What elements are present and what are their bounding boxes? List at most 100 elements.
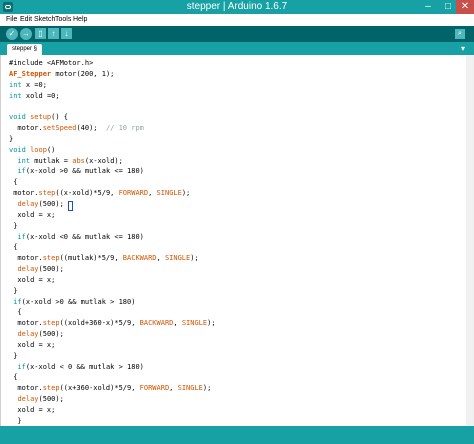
code-line: motor.step((x+360-xold)*5/9, FORWARD, SI…: [9, 383, 216, 394]
code-line: if(x-xold >0 && mutlak > 180): [9, 297, 216, 308]
code-line: #include <AFMotor.h>: [9, 58, 216, 69]
code-token: (x-xold <0 && mutlak <= 180): [25, 232, 144, 241]
code-token: xold = x;: [9, 406, 56, 414]
code-token: (x-xold < 0 && mutlak > 180): [25, 362, 144, 371]
code-token: (500);: [38, 395, 64, 404]
code-token: int: [9, 80, 22, 89]
menu-help[interactable]: Help: [73, 14, 87, 26]
code-token: if: [17, 167, 26, 176]
code-line: delay(500);: [9, 394, 216, 405]
code-token: void: [9, 145, 26, 154]
code-token: {: [9, 243, 18, 252]
console-bar: [0, 426, 474, 444]
code-token: motor.: [9, 124, 43, 133]
code-token: xold = x;: [9, 210, 56, 219]
new-sketch-button[interactable]: ▯: [35, 28, 46, 39]
code-line: xold = x;: [9, 340, 216, 351]
code-line: motor.step((x-xold)*5/9, FORWARD, SINGLE…: [9, 188, 216, 199]
code-token: step: [38, 189, 56, 198]
code-token: delay: [17, 199, 39, 208]
code-token: (500);: [38, 199, 64, 208]
code-line: if(x-xold >0 && mutlak <= 180): [9, 166, 216, 177]
code-token: step: [42, 319, 60, 328]
code-token: FORWARD: [118, 189, 149, 198]
menu-edit[interactable]: Edit: [20, 14, 32, 26]
code-token: motor.: [9, 254, 43, 263]
code-token: (500);: [38, 265, 64, 274]
code-line: int mutlak = abs(x-xold);: [9, 156, 216, 167]
tab-stepper[interactable]: stepper §: [7, 44, 42, 55]
upload-button[interactable]: →: [20, 28, 32, 40]
code-token: SINGLE: [181, 319, 208, 328]
editor-scrollbar[interactable]: [466, 55, 474, 426]
code-token: if: [17, 232, 26, 241]
code-line: }: [9, 286, 216, 297]
code-token: #include <AFMotor.h>: [9, 59, 94, 67]
code-token: );: [190, 254, 199, 263]
save-sketch-button[interactable]: ↓: [61, 28, 72, 39]
code-token: (x-xold >0 && mutlak > 180): [21, 297, 136, 306]
code-line: xold = x;: [9, 405, 216, 416]
code-token: delay: [17, 265, 39, 274]
code-token: }: [9, 221, 18, 230]
code-line: }: [9, 221, 216, 232]
toolbar: ✓ → ▯ ↑ ↓ ⌕: [0, 26, 474, 42]
menu-sketch[interactable]: Sketch: [34, 14, 55, 26]
menu-file[interactable]: File: [6, 14, 17, 26]
code-line: }: [9, 351, 216, 362]
code-token: delay: [17, 330, 39, 339]
minimize-button[interactable]: –: [418, 0, 438, 14]
code-token: (): [46, 145, 60, 154]
code-line: delay(500);: [9, 329, 216, 340]
verify-button[interactable]: ✓: [6, 28, 18, 40]
code-token: ,: [173, 319, 182, 328]
code-token: motor.: [9, 319, 43, 328]
code-token: (500);: [38, 330, 64, 339]
title-bar: stepper | Arduino 1.6.7 – □ ✕: [0, 0, 474, 14]
code-token: setup: [30, 113, 52, 122]
code-token: ((x+360-xold)*5/9,: [59, 384, 140, 393]
code-token: delay: [17, 395, 39, 404]
open-sketch-button[interactable]: ↑: [48, 28, 59, 39]
close-button[interactable]: ✕: [456, 0, 474, 14]
code-token: (40);: [76, 124, 106, 133]
code-line: {: [9, 242, 216, 253]
code-token: SINGLE: [156, 189, 182, 198]
code-token: BACKWARD: [122, 254, 157, 263]
tab-bar: stepper § ▾: [0, 42, 474, 55]
tab-menu-arrow-icon[interactable]: ▾: [461, 44, 465, 54]
code-token: motor(200, 1);: [51, 69, 115, 78]
code-line: xold = x;: [9, 210, 216, 221]
serial-monitor-button[interactable]: ⌕: [455, 29, 465, 39]
code-line: void loop(): [9, 145, 216, 156]
code-line: delay(500);: [9, 199, 216, 210]
code-token: {: [9, 308, 22, 317]
code-token: motor.: [9, 384, 43, 393]
code-token: SINGLE: [164, 254, 191, 263]
code-text[interactable]: #include <AFMotor.h> AF_Stepper motor(200…: [9, 58, 216, 427]
code-token: int: [9, 91, 22, 100]
code-token: {: [9, 373, 18, 382]
code-line: {: [9, 177, 216, 188]
code-token: xold =0;: [21, 91, 60, 100]
code-line: {: [9, 307, 216, 318]
code-line: if(x-xold < 0 && mutlak > 180): [9, 362, 216, 373]
code-token: (x-xold >0 && mutlak <= 180): [25, 167, 144, 176]
code-token: int: [17, 156, 31, 165]
code-token: () {: [51, 113, 69, 122]
code-token: xold = x;: [9, 340, 56, 349]
code-line: {: [9, 372, 216, 383]
menu-tools[interactable]: Tools: [55, 14, 71, 26]
code-token: setSpeed: [42, 124, 77, 133]
code-editor[interactable]: #include <AFMotor.h> AF_Stepper motor(200…: [0, 55, 474, 426]
code-token: if: [17, 362, 26, 371]
code-token: abs: [72, 156, 85, 165]
code-token: // 10 rpm: [105, 124, 144, 133]
code-token: (x-xold);: [84, 156, 123, 165]
bracket-match-highlight: [68, 201, 73, 211]
maximize-button[interactable]: □: [438, 0, 458, 14]
code-token: {: [9, 178, 18, 187]
menu-bar: File Edit Sketch Tools Help: [0, 14, 474, 26]
code-token: }: [9, 351, 18, 360]
